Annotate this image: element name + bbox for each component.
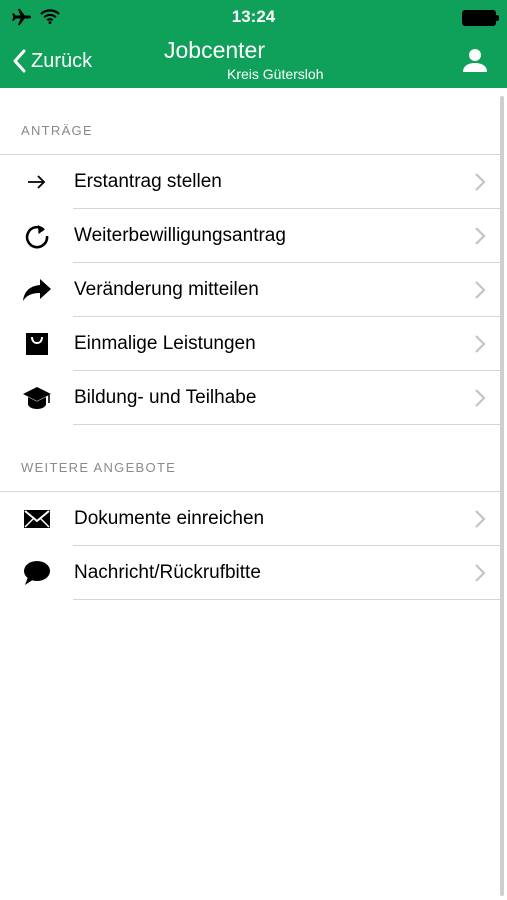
list-item-bildung-teilhabe[interactable]: Bildung- und Teilhabe — [0, 371, 500, 424]
divider — [73, 599, 500, 600]
list-item-label: Nachricht/Rückrufbitte — [74, 561, 261, 583]
chevron-right-icon — [475, 564, 486, 582]
page-title: Jobcenter — [164, 37, 266, 63]
speech-bubble-icon — [22, 558, 52, 588]
refresh-icon — [22, 221, 52, 251]
page-subtitle: Kreis Gütersloh — [227, 66, 324, 82]
shopping-bag-icon — [22, 329, 52, 359]
chevron-left-icon — [13, 49, 26, 73]
list-item-dokumente[interactable]: Dokumente einreichen — [0, 492, 500, 545]
chevron-right-icon — [475, 173, 486, 191]
section-header-weitere-angebote: WEITERE ANGEBOTE — [21, 460, 177, 475]
list-item-label: Veränderung mitteilen — [74, 278, 259, 300]
chevron-right-icon — [475, 335, 486, 353]
navigation-bar: 13:24 Zurück Jobcenter Kreis Gütersloh — [0, 0, 507, 88]
graduation-cap-icon — [22, 383, 52, 413]
list-item-label: Weiterbewilligungsantrag — [74, 224, 286, 246]
chevron-right-icon — [475, 227, 486, 245]
list-item-erstantrag[interactable]: Erstantrag stellen — [0, 155, 500, 208]
list-item-label: Dokumente einreichen — [74, 507, 265, 529]
status-time: 13:24 — [231, 7, 276, 26]
share-arrow-icon — [22, 275, 52, 305]
list-item-label: Bildung- und Teilhabe — [74, 386, 257, 408]
list-item-label: Einmalige Leistungen — [74, 332, 256, 354]
envelope-icon — [22, 504, 52, 534]
arrow-right-icon — [22, 167, 52, 197]
battery-icon — [462, 10, 499, 26]
back-button[interactable]: Zurück — [12, 46, 92, 76]
chevron-right-icon — [475, 510, 486, 528]
list-item-einmalige-leistungen[interactable]: Einmalige Leistungen — [0, 317, 500, 370]
list-item-veraenderung[interactable]: Veränderung mitteilen — [0, 263, 500, 316]
back-button-label: Zurück — [31, 49, 93, 72]
divider — [73, 424, 500, 425]
list-item-nachricht[interactable]: Nachricht/Rückrufbitte — [0, 546, 500, 599]
section-header-antraege: ANTRÄGE — [21, 123, 93, 138]
list-item-weiterbewilligung[interactable]: Weiterbewilligungsantrag — [0, 209, 500, 262]
profile-icon[interactable] — [463, 48, 487, 77]
list-item-label: Erstantrag stellen — [74, 170, 222, 192]
chevron-right-icon — [475, 389, 486, 407]
scrollbar[interactable] — [500, 96, 504, 896]
chevron-right-icon — [475, 281, 486, 299]
menu-list: ANTRÄGE Erstantrag stellen Weiterbewilli… — [0, 88, 507, 900]
status-bar: 13:24 — [0, 0, 507, 36]
